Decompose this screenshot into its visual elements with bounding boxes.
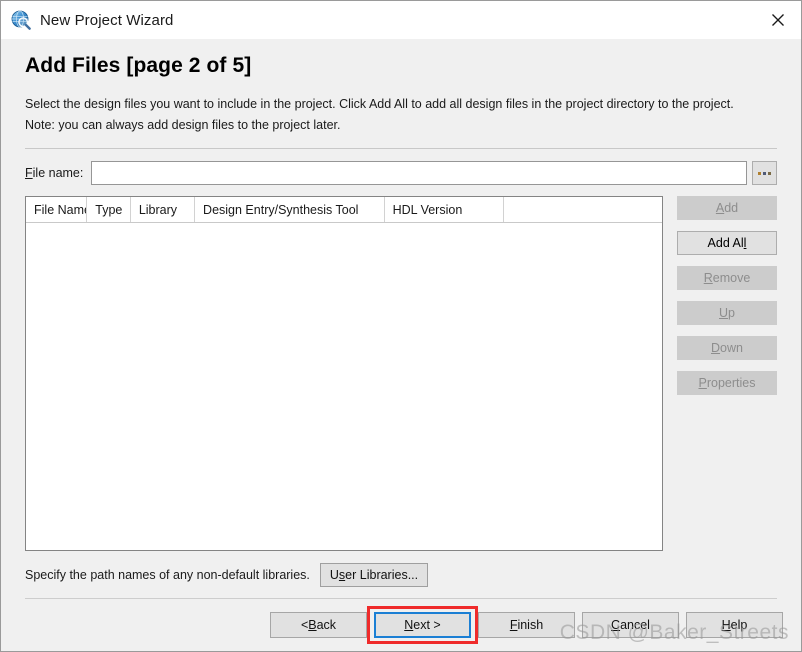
back-button[interactable]: < Back: [270, 612, 367, 638]
globe-magnifier-icon: [11, 10, 31, 30]
help-label-post: elp: [730, 618, 748, 632]
cancel-button[interactable]: Cancel: [582, 612, 679, 638]
properties-button: Properties: [677, 371, 777, 395]
back-label-pre: <: [300, 618, 309, 632]
finish-label-accelerator: F: [509, 618, 518, 632]
table-header-row: File Name Type Library Design Entry/Synthes…: [26, 197, 662, 223]
next-label-accelerator: N: [404, 618, 414, 632]
ellipsis-dot-icon: [768, 171, 771, 175]
remove-label-accelerator: R: [703, 271, 713, 285]
up-label-accelerator: U: [719, 306, 729, 320]
back-label-accelerator: B: [308, 618, 317, 632]
user-libraries-hint: Specify the path names of any non-defaul…: [25, 568, 310, 582]
user-libraries-label-pre: U: [329, 568, 339, 582]
new-project-wizard-window: New Project Wizard Add Files [page 2 of …: [0, 0, 802, 652]
next-label-post: ext >: [413, 618, 441, 632]
browse-ellipsis-button[interactable]: [752, 161, 777, 185]
cancel-label-post: ancel: [620, 618, 650, 632]
title-bar: New Project Wizard: [1, 1, 801, 39]
description-line-2: Note: you can always add design files to…: [25, 118, 341, 132]
table-column-header[interactable]: Library: [131, 197, 196, 222]
file-action-buttons: Add Add Al l Remove Up Down Properties: [677, 196, 777, 551]
wizard-footer: < Back Next > Finish Cancel Help CSDN @B…: [1, 599, 801, 651]
add-button: Add: [677, 196, 777, 220]
user-libraries-button[interactable]: Us er Libraries...: [319, 563, 429, 587]
back-label-post: ack: [316, 618, 337, 632]
help-label-accelerator: H: [721, 618, 731, 632]
down-label-accelerator: D: [711, 341, 721, 355]
table-column-header[interactable]: [504, 197, 662, 222]
table-column-header[interactable]: HDL Version: [385, 197, 505, 222]
description-line-1: Select the design files you want to incl…: [25, 97, 734, 111]
files-area: File Name Type Library Design Entry/Synthes…: [25, 196, 777, 551]
up-label-post: p: [728, 306, 735, 320]
user-libraries-label-post: er Libraries...: [345, 568, 419, 582]
file-name-input[interactable]: [91, 161, 747, 185]
next-button-wrapper: Next >: [367, 606, 478, 644]
add-label-post: dd: [724, 201, 739, 215]
file-name-label: File name:: [25, 166, 83, 180]
ellipsis-dot-icon: [763, 171, 766, 175]
next-button[interactable]: Next >: [374, 612, 471, 638]
page-description: Select the design files you want to incl…: [25, 94, 777, 136]
add-all-label-pre: Add Al: [707, 236, 744, 250]
user-libraries-row: Specify the path names of any non-defaul…: [25, 563, 777, 587]
add-all-button[interactable]: Add Al l: [677, 231, 777, 255]
add-label-accelerator: A: [715, 201, 725, 215]
table-column-header[interactable]: File Name: [26, 197, 88, 222]
window-title: New Project Wizard: [40, 11, 174, 29]
table-column-header[interactable]: Design Entry/Synthesis Tool: [195, 197, 385, 222]
table-column-header[interactable]: Type: [87, 197, 131, 222]
file-name-label-rest: ile name:: [32, 166, 84, 180]
remove-button: Remove: [677, 266, 777, 290]
help-button[interactable]: Help: [686, 612, 783, 638]
up-button: Up: [677, 301, 777, 325]
description-divider: [25, 148, 777, 149]
ellipsis-dot-icon: [758, 171, 761, 175]
add-all-label-accelerator: l: [743, 236, 747, 250]
table-body[interactable]: [26, 223, 662, 550]
down-button: Down: [677, 336, 777, 360]
remove-label-post: emove: [712, 271, 751, 285]
cancel-label-accelerator: C: [611, 618, 621, 632]
finish-button[interactable]: Finish: [478, 612, 575, 638]
file-name-row: File name:: [25, 161, 777, 185]
page-title: Add Files [page 2 of 5]: [25, 54, 252, 77]
down-label-post: own: [720, 341, 743, 355]
file-name-label-accelerator: F: [25, 166, 33, 180]
wizard-body: Add Files [page 2 of 5] Select the desig…: [1, 39, 801, 598]
properties-label-post: roperties: [706, 376, 756, 390]
finish-label-post: inish: [517, 618, 544, 632]
properties-label-accelerator: P: [698, 376, 707, 390]
close-icon[interactable]: [755, 1, 801, 38]
file-list-table[interactable]: File Name Type Library Design Entry/Synthes…: [25, 196, 663, 551]
